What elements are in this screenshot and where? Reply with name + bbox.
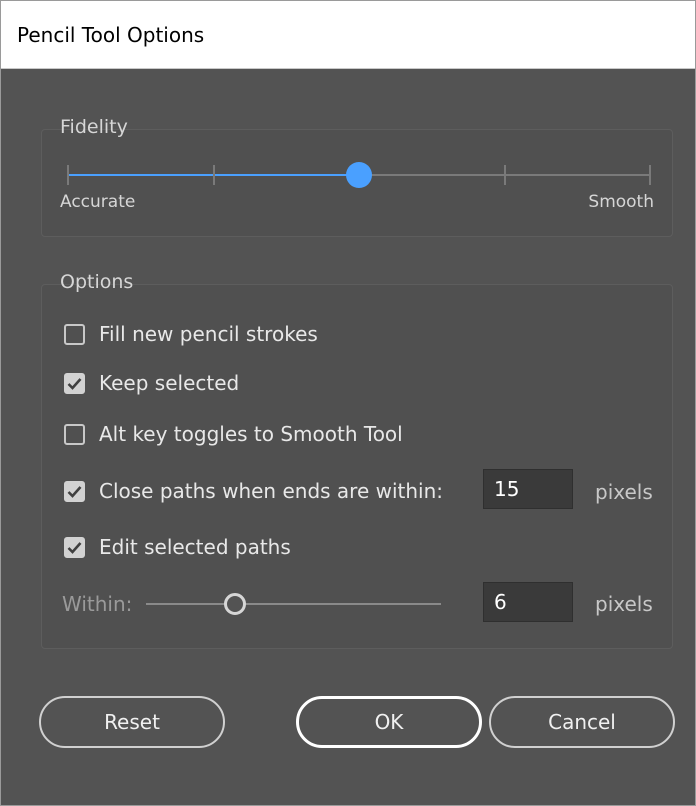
fill-new-pencil-strokes-checkbox[interactable] — [64, 323, 85, 345]
fidelity-group: Fidelity Accurate Smooth — [41, 116, 673, 237]
fidelity-accurate-label: Accurate — [60, 192, 136, 212]
check-icon — [67, 541, 82, 554]
fidelity-slider[interactable] — [67, 162, 651, 188]
keep-selected-label: Keep selected — [99, 371, 240, 395]
within-slider-thumb[interactable] — [223, 593, 246, 615]
fidelity-tick — [212, 165, 215, 185]
within-pixels-input[interactable]: 6 — [483, 582, 573, 622]
fidelity-title: Fidelity — [60, 116, 128, 138]
check-icon — [67, 485, 82, 498]
check-icon — [67, 377, 82, 390]
within-slider[interactable] — [146, 593, 441, 615]
close-paths-checkbox[interactable] — [64, 480, 85, 502]
fidelity-smooth-label: Smooth — [588, 192, 654, 212]
close-paths-row: Close paths when ends are within: — [64, 478, 443, 504]
within-unit: pixels — [595, 592, 653, 616]
keep-selected-checkbox[interactable] — [64, 372, 85, 394]
pencil-tool-options-dialog: Pencil Tool Options Fidelity Accurate Sm… — [0, 0, 696, 806]
dialog-title: Pencil Tool Options — [1, 1, 695, 69]
alt-key-toggles-label: Alt key toggles to Smooth Tool — [99, 422, 403, 446]
fidelity-tick — [503, 165, 506, 185]
edit-selected-paths-row: Edit selected paths — [64, 534, 291, 560]
fill-new-pencil-strokes-row: Fill new pencil strokes — [64, 321, 318, 347]
fidelity-slider-thumb[interactable] — [346, 162, 372, 188]
options-title: Options — [60, 271, 134, 293]
close-paths-unit: pixels — [595, 480, 653, 504]
close-paths-label: Close paths when ends are within: — [99, 479, 444, 503]
keep-selected-row: Keep selected — [64, 370, 239, 396]
close-paths-pixels-input[interactable]: 15 — [483, 469, 573, 509]
edit-selected-paths-label: Edit selected paths — [99, 535, 291, 559]
within-label: Within: — [62, 592, 133, 616]
alt-key-toggles-row: Alt key toggles to Smooth Tool — [64, 421, 403, 447]
options-group: Options Fill new pencil strokes Keep sel… — [41, 271, 673, 649]
ok-button[interactable]: OK — [296, 696, 482, 748]
reset-button[interactable]: Reset — [39, 696, 225, 748]
edit-selected-paths-checkbox[interactable] — [64, 536, 85, 558]
fidelity-tick — [67, 165, 69, 185]
cancel-button[interactable]: Cancel — [489, 696, 675, 748]
fidelity-tick — [649, 165, 651, 185]
alt-key-toggles-checkbox[interactable] — [64, 423, 85, 445]
fill-new-pencil-strokes-label: Fill new pencil strokes — [99, 322, 318, 346]
